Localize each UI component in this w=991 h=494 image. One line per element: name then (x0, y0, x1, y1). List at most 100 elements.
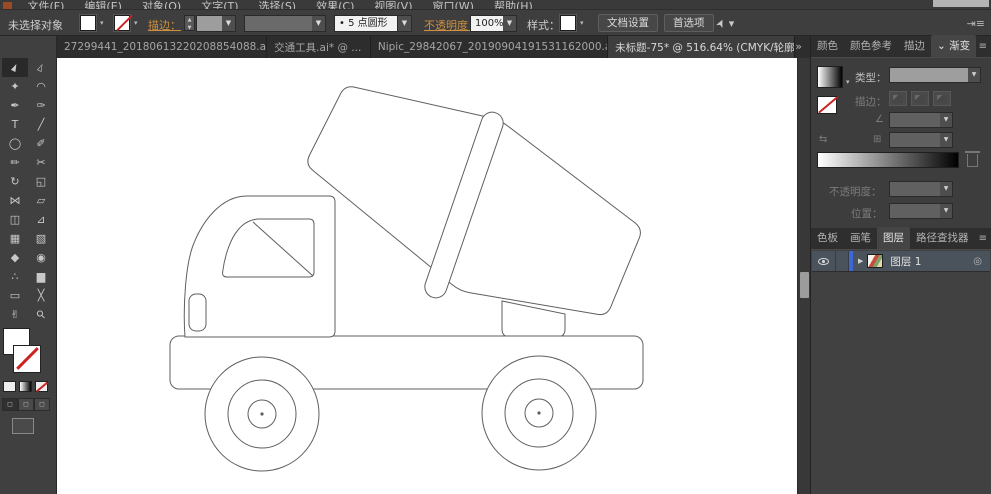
document-tab[interactable]: 交通工具.ai* @ ...× (267, 36, 371, 58)
magic-wand-tool[interactable]: ✦ (2, 77, 28, 96)
menu-item[interactable]: 文件(F) (18, 0, 75, 9)
panel-tab-渐变[interactable]: ⌄ 渐变 (931, 35, 977, 57)
opacity-value[interactable]: 100% (470, 15, 504, 32)
stroke-link[interactable]: 描边： (148, 17, 181, 33)
stroke-swatch[interactable] (114, 15, 130, 31)
menu-item[interactable]: 文字(T) (191, 0, 248, 9)
angle-field[interactable]: ▼ (889, 112, 953, 128)
gradient-thumbnail[interactable] (817, 66, 843, 88)
visibility-cell[interactable] (812, 251, 836, 271)
draw-behind-icon[interactable]: ◻ (18, 398, 34, 411)
menu-item[interactable]: 视图(V) (364, 0, 422, 9)
document-tab[interactable]: 27299441_20180613220208854088.ai*× (57, 36, 268, 58)
chevron-down-icon[interactable]: ▼ (503, 16, 516, 31)
layer-row[interactable]: ▶ 图层 1 ◎ (812, 251, 990, 272)
slice-tool[interactable]: ╳ (28, 286, 54, 305)
chevron-down-icon[interactable]: ▼ (940, 113, 952, 127)
artboard-canvas[interactable] (57, 58, 797, 494)
panel-menu-icon[interactable]: ≡ (979, 41, 987, 52)
menu-item[interactable]: 编辑(E) (74, 0, 132, 9)
artboard-tool[interactable]: ▭ (2, 286, 28, 305)
menu-item[interactable]: 选择(S) (249, 0, 307, 9)
lock-cell[interactable] (836, 251, 849, 271)
panel-tab-路径查找器[interactable]: 路径查找器 (910, 227, 975, 249)
location-field[interactable]: ▼ (889, 203, 953, 219)
style-swatch[interactable] (560, 15, 576, 31)
stroke-weight-dropdown[interactable]: ▼ (196, 15, 236, 32)
gradient-mode-button[interactable] (19, 381, 32, 392)
front-wheel[interactable] (204, 356, 320, 472)
menu-item[interactable]: 对象(O) (132, 0, 191, 9)
paintbrush-tool[interactable]: ✐ (28, 134, 54, 153)
scrollbar-thumb[interactable] (800, 272, 809, 298)
stroke-weight-stepper[interactable]: ▲ ▼ (184, 15, 195, 31)
add-anchor-point-tool[interactable]: ✑ (28, 96, 54, 115)
chevron-down-icon[interactable]: ▼ (222, 16, 235, 31)
panel-menu-icon[interactable]: ≡ (979, 233, 987, 244)
fill-dropdown-icon[interactable]: ▾ (100, 19, 104, 27)
panel-tab-图层[interactable]: 图层 (877, 227, 910, 249)
chevron-down-icon[interactable]: ▼ (940, 182, 952, 196)
expand-arrow-icon[interactable]: ▶ (853, 257, 867, 265)
brush-definition-dropdown[interactable]: ▼ (398, 15, 412, 32)
gradient-slider[interactable] (817, 152, 959, 168)
door-handle[interactable] (188, 293, 207, 332)
brush-definition-value[interactable]: • 5 点圆形 (334, 15, 398, 32)
zoom-tool[interactable]: ⚲ (28, 305, 54, 324)
width-tool[interactable]: ⋈ (2, 191, 28, 210)
stroke-along-button[interactable] (911, 91, 929, 106)
stroke-across-button[interactable] (933, 91, 951, 106)
screen-mode-button[interactable] (12, 418, 34, 434)
target-circle-icon[interactable]: ◎ (973, 256, 982, 267)
rear-wheel[interactable] (481, 355, 597, 471)
none-mode-button[interactable] (35, 381, 48, 392)
layer-name[interactable]: 图层 1 (890, 254, 973, 269)
shape-builder-tool[interactable]: ◫ (2, 210, 28, 229)
menu-item[interactable]: 窗口(W) (422, 0, 483, 9)
panel-tab-色板[interactable]: 色板 (811, 227, 844, 249)
chevron-down-icon[interactable]: ▼ (312, 16, 325, 31)
scale-tool[interactable]: ◱ (28, 172, 54, 191)
column-graph-tool[interactable]: ▆ (28, 267, 54, 286)
panel-tab-画笔[interactable]: 画笔 (844, 227, 877, 249)
perspective-grid-tool[interactable]: ⊿ (28, 210, 54, 229)
chevron-down-icon[interactable]: ▼ (398, 16, 411, 31)
reverse-gradient-icon[interactable]: ⇆ (819, 134, 827, 145)
preferences-button[interactable]: 首选项 (664, 14, 714, 32)
document-setup-button[interactable]: 文档设置 (598, 14, 658, 32)
mixer-truck-drawing[interactable] (57, 58, 797, 494)
selection-tool[interactable]: ► (2, 58, 28, 77)
color-mode-button[interactable] (3, 381, 16, 392)
layer-thumbnail[interactable] (867, 254, 884, 268)
panel-tab-颜色[interactable]: 颜色 (811, 35, 844, 57)
aspect-ratio-field[interactable]: ▼ (889, 132, 953, 148)
menu-item[interactable]: 帮助(H) (484, 0, 543, 9)
chevron-down-icon[interactable]: ▾ (846, 78, 850, 86)
direct-selection-tool[interactable]: ▻ (28, 58, 54, 77)
rotate-tool[interactable]: ↻ (2, 172, 28, 191)
panel-tab-描边[interactable]: 描边 (898, 35, 931, 57)
stroke-color-proxy[interactable] (13, 345, 41, 373)
symbol-sprayer-tool[interactable]: ∴ (2, 267, 28, 286)
stroke-within-button[interactable] (889, 91, 907, 106)
eyedropper-tool[interactable]: ◆ (2, 248, 28, 267)
free-transform-tool[interactable]: ▱ (28, 191, 54, 210)
menu-item[interactable]: 效果(C) (306, 0, 364, 9)
pencil-tool[interactable]: ✏ (2, 153, 28, 172)
hand-tool[interactable]: ✌ (2, 305, 28, 324)
select-similar-icon[interactable]: ➤ ▾ (713, 17, 734, 31)
chevron-down-icon[interactable]: ▼ (940, 204, 952, 218)
gradient-tool[interactable]: ▧ (28, 229, 54, 248)
stroke-dropdown-icon[interactable]: ▾ (134, 19, 138, 27)
gradient-type-dropdown[interactable]: ▼ (889, 67, 981, 83)
canvas-vertical-scrollbar[interactable] (797, 58, 810, 494)
chevron-down-icon[interactable]: ▼ (968, 68, 980, 82)
document-tab[interactable]: Nipic_29842067_20190904191531162000.ai*× (371, 36, 609, 58)
document-tab[interactable]: 未标题-75* @ 516.64% (CMYK/轮廓)× (608, 36, 796, 58)
draw-inside-icon[interactable]: ◻ (34, 398, 50, 411)
none-swatch[interactable] (817, 96, 837, 114)
style-dropdown-icon[interactable]: ▾ (580, 19, 584, 27)
panel-tab-颜色参考[interactable]: 颜色参考 (844, 35, 898, 57)
width-profile-dropdown[interactable]: ▼ (244, 15, 326, 32)
pen-tool[interactable]: ✒ (2, 96, 28, 115)
